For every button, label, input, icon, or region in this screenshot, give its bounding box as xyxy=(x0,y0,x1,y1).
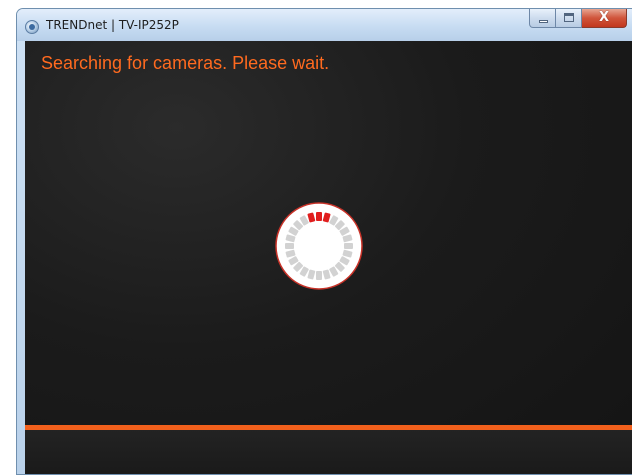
spinner-segment xyxy=(316,271,322,280)
caption-buttons: X xyxy=(529,9,627,29)
bottom-panel xyxy=(25,430,632,474)
spinner-segment xyxy=(285,243,294,249)
title-bar[interactable]: TRENDnet | TV-IP252P X xyxy=(17,9,632,41)
camera-search-panel: Searching for cameras. Please wait. xyxy=(25,41,632,474)
maximize-button[interactable] xyxy=(556,9,582,28)
app-window: TRENDnet | TV-IP252P X Searching for cam… xyxy=(16,8,632,475)
trendnet-app-icon[interactable] xyxy=(25,20,39,34)
maximize-icon xyxy=(564,13,574,22)
minimize-icon xyxy=(539,20,548,23)
search-status-text: Searching for cameras. Please wait. xyxy=(41,53,330,73)
loading-spinner-icon xyxy=(275,202,363,290)
spinner-segment xyxy=(344,243,353,249)
spinner-segment xyxy=(316,212,322,221)
close-icon: X xyxy=(598,10,610,25)
minimize-button[interactable] xyxy=(529,9,556,28)
window-title: TRENDnet | TV-IP252P xyxy=(46,18,179,32)
close-button[interactable]: X xyxy=(582,9,627,28)
